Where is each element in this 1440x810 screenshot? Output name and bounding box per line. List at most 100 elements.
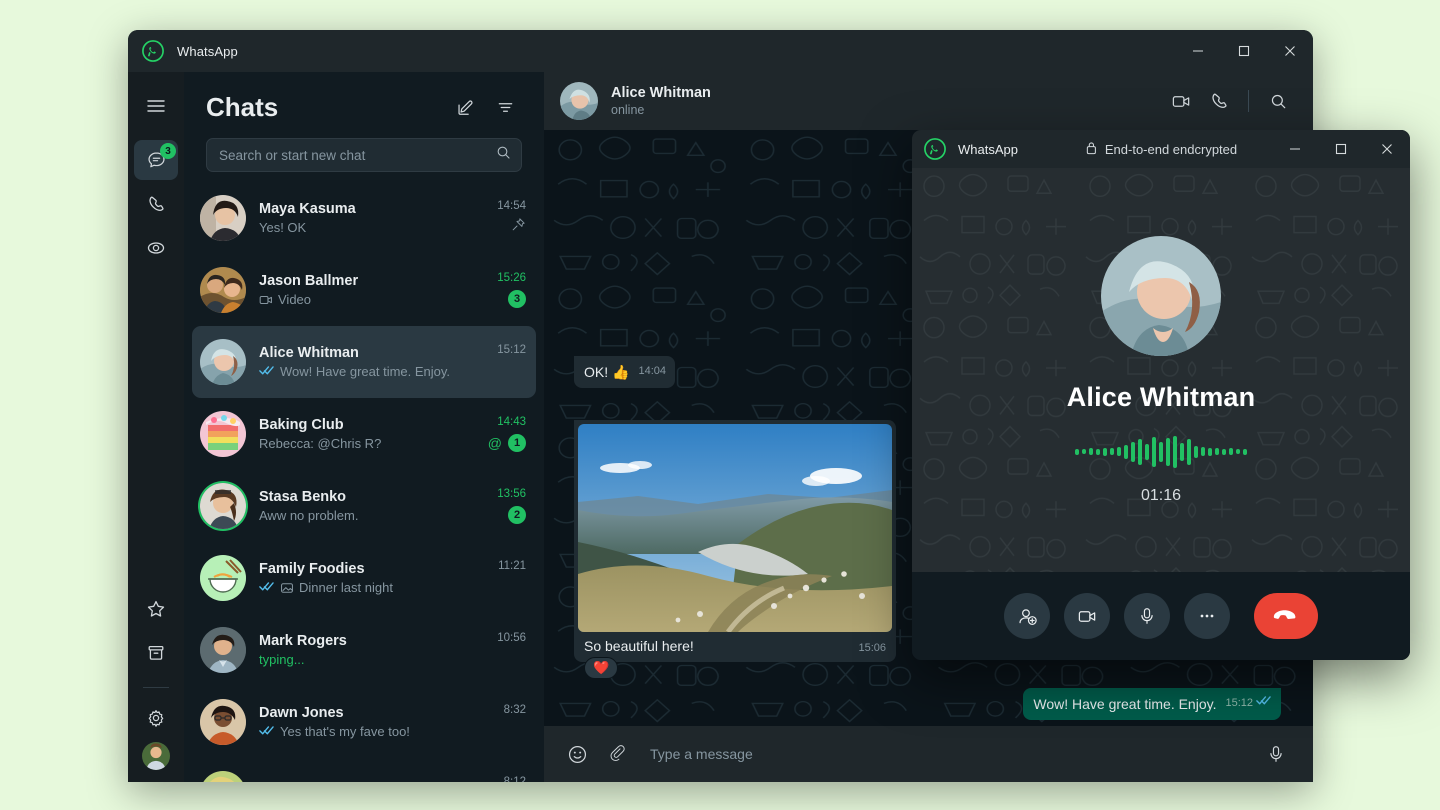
chat-list-item[interactable]: Stasa BenkoAww no problem.13:562 xyxy=(192,470,536,542)
main-window-controls xyxy=(1175,30,1313,72)
unread-count-badge: 2 xyxy=(508,506,526,524)
video-message-icon xyxy=(259,293,273,307)
message-bubble[interactable]: Wow! Have great time. Enjoy.15:12 xyxy=(1023,688,1281,720)
unread-count-badge: 3 xyxy=(508,290,526,308)
waveform-bar xyxy=(1208,448,1212,456)
call-contact-name: Alice Whitman xyxy=(1067,382,1256,413)
chat-avatar[interactable] xyxy=(200,267,246,313)
chat-avatar[interactable] xyxy=(200,771,246,782)
more-options-icon[interactable] xyxy=(1184,593,1230,639)
read-receipt-icon xyxy=(259,724,275,739)
chat-item-meta: 14:43@1 xyxy=(488,416,526,452)
chat-item-name: Baking Club xyxy=(259,417,480,433)
waveform-bar xyxy=(1166,438,1170,466)
hamburger-menu-button[interactable] xyxy=(134,86,178,126)
main-window-title: WhatsApp xyxy=(177,44,238,59)
chat-item-meta: 8:12 xyxy=(504,776,526,782)
search-input[interactable] xyxy=(219,148,496,163)
waveform-bar xyxy=(1124,445,1128,459)
video-camera-icon[interactable] xyxy=(1064,593,1110,639)
new-chat-icon[interactable] xyxy=(448,90,482,124)
waveform-bar xyxy=(1222,449,1226,455)
call-minimize-button[interactable] xyxy=(1272,130,1318,168)
chat-list-item[interactable]: Dawn JonesYes that's my fave too!8:32 xyxy=(192,686,536,758)
chat-item-preview: Wow! Have great time. Enjoy. xyxy=(259,364,489,379)
waveform-bar xyxy=(1173,436,1177,468)
chat-avatar[interactable] xyxy=(200,627,246,673)
chat-avatar-wrap xyxy=(200,339,246,385)
message-reaction[interactable]: ❤️ xyxy=(584,657,618,679)
waveform-bar xyxy=(1187,439,1191,465)
sidebar-item-settings[interactable] xyxy=(134,698,178,738)
microphone-icon[interactable] xyxy=(1259,737,1293,771)
minimize-button[interactable] xyxy=(1175,30,1221,72)
waveform-bar xyxy=(1089,448,1093,455)
sidebar-item-chats[interactable]: 3 xyxy=(134,140,178,180)
message-time: 15:06 xyxy=(858,642,886,654)
profile-avatar[interactable] xyxy=(142,742,170,770)
search-icon[interactable] xyxy=(496,145,511,165)
chat-list-item[interactable]: Mark Rogerstyping...10:56 xyxy=(192,614,536,686)
chat-list-item[interactable]: Alice WhitmanWow! Have great time. Enjoy… xyxy=(192,326,536,398)
chat-item-text: Baking Club Rebecca: @Chris R? xyxy=(259,417,480,451)
chat-avatar[interactable] xyxy=(200,483,246,529)
waveform-bar xyxy=(1138,439,1142,465)
sidebar-item-archived[interactable] xyxy=(134,633,178,673)
chat-avatar[interactable] xyxy=(200,411,246,457)
chat-avatar[interactable] xyxy=(200,555,246,601)
chat-list-item[interactable]: Maya KasumaYes! OK 14:54 xyxy=(192,182,536,254)
call-contact-avatar xyxy=(1101,236,1221,356)
chat-item-meta: 15:12 xyxy=(497,344,526,380)
chat-item-preview: Yes that's my fave too! xyxy=(259,724,496,739)
chat-item-time: 15:12 xyxy=(497,344,526,356)
chat-avatar[interactable] xyxy=(200,195,246,241)
conversation-avatar[interactable] xyxy=(560,82,598,120)
chat-avatar-wrap xyxy=(200,771,246,782)
search-box[interactable] xyxy=(206,138,522,172)
add-person-icon[interactable] xyxy=(1004,593,1050,639)
chat-list-item[interactable]: Baking Club Rebecca: @Chris R? 14:43@1 xyxy=(192,398,536,470)
chat-list-item[interactable]: Jason BallmerVideo15:263 xyxy=(192,254,536,326)
attachment-icon[interactable] xyxy=(600,737,634,771)
call-waveform xyxy=(1075,435,1247,469)
voice-call-window: WhatsApp End-to-end endcrypted xyxy=(912,130,1410,660)
message-meta: 14:04 xyxy=(638,362,666,382)
maximize-button[interactable] xyxy=(1221,30,1267,72)
chat-list-item[interactable]: Family FoodiesDinner last night11:21 xyxy=(192,542,536,614)
chat-item-preview: Rebecca: @Chris R? xyxy=(259,436,480,451)
call-maximize-button[interactable] xyxy=(1318,130,1364,168)
close-button[interactable] xyxy=(1267,30,1313,72)
chat-item-time: 14:43 xyxy=(497,416,526,428)
chat-item-meta: 14:54 xyxy=(497,200,526,236)
message-photo[interactable] xyxy=(578,424,892,632)
voice-call-icon[interactable] xyxy=(1202,84,1236,118)
chat-list[interactable]: Maya KasumaYes! OK 14:54 Jason BallmerVide… xyxy=(184,182,544,782)
waveform-bar xyxy=(1110,448,1114,455)
sidebar-item-starred[interactable] xyxy=(134,589,178,629)
sidebar-item-calls[interactable] xyxy=(134,184,178,224)
call-close-button[interactable] xyxy=(1364,130,1410,168)
image-message-bubble[interactable]: So beautiful here!15:06❤️ xyxy=(574,420,896,662)
chat-item-text: Alice WhitmanWow! Have great time. Enjoy… xyxy=(259,345,489,379)
chat-avatar[interactable] xyxy=(200,699,246,745)
emoji-icon[interactable] xyxy=(560,737,594,771)
message-bubble[interactable]: OK! 👍14:04 xyxy=(574,356,675,388)
microphone-icon[interactable] xyxy=(1124,593,1170,639)
chat-item-time: 8:32 xyxy=(504,704,526,716)
chat-avatar[interactable] xyxy=(200,339,246,385)
chat-item-meta: 11:21 xyxy=(498,560,526,596)
chat-list-item[interactable]: Ziggy Woodley8:12 xyxy=(192,758,536,782)
video-call-icon[interactable] xyxy=(1164,84,1198,118)
waveform-bar xyxy=(1152,437,1156,467)
chat-avatar-wrap xyxy=(200,627,246,673)
chat-item-text: Maya KasumaYes! OK xyxy=(259,201,489,235)
message-input[interactable] xyxy=(640,746,1253,762)
conversation-search-icon[interactable] xyxy=(1261,84,1295,118)
chat-item-text: Mark Rogerstyping... xyxy=(259,633,489,667)
chat-avatar-wrap xyxy=(200,555,246,601)
waveform-bar xyxy=(1180,443,1184,461)
filter-icon[interactable] xyxy=(488,90,522,124)
chat-avatar-wrap xyxy=(200,267,246,313)
sidebar-item-status[interactable] xyxy=(134,228,178,268)
end-call-icon[interactable] xyxy=(1254,593,1318,639)
